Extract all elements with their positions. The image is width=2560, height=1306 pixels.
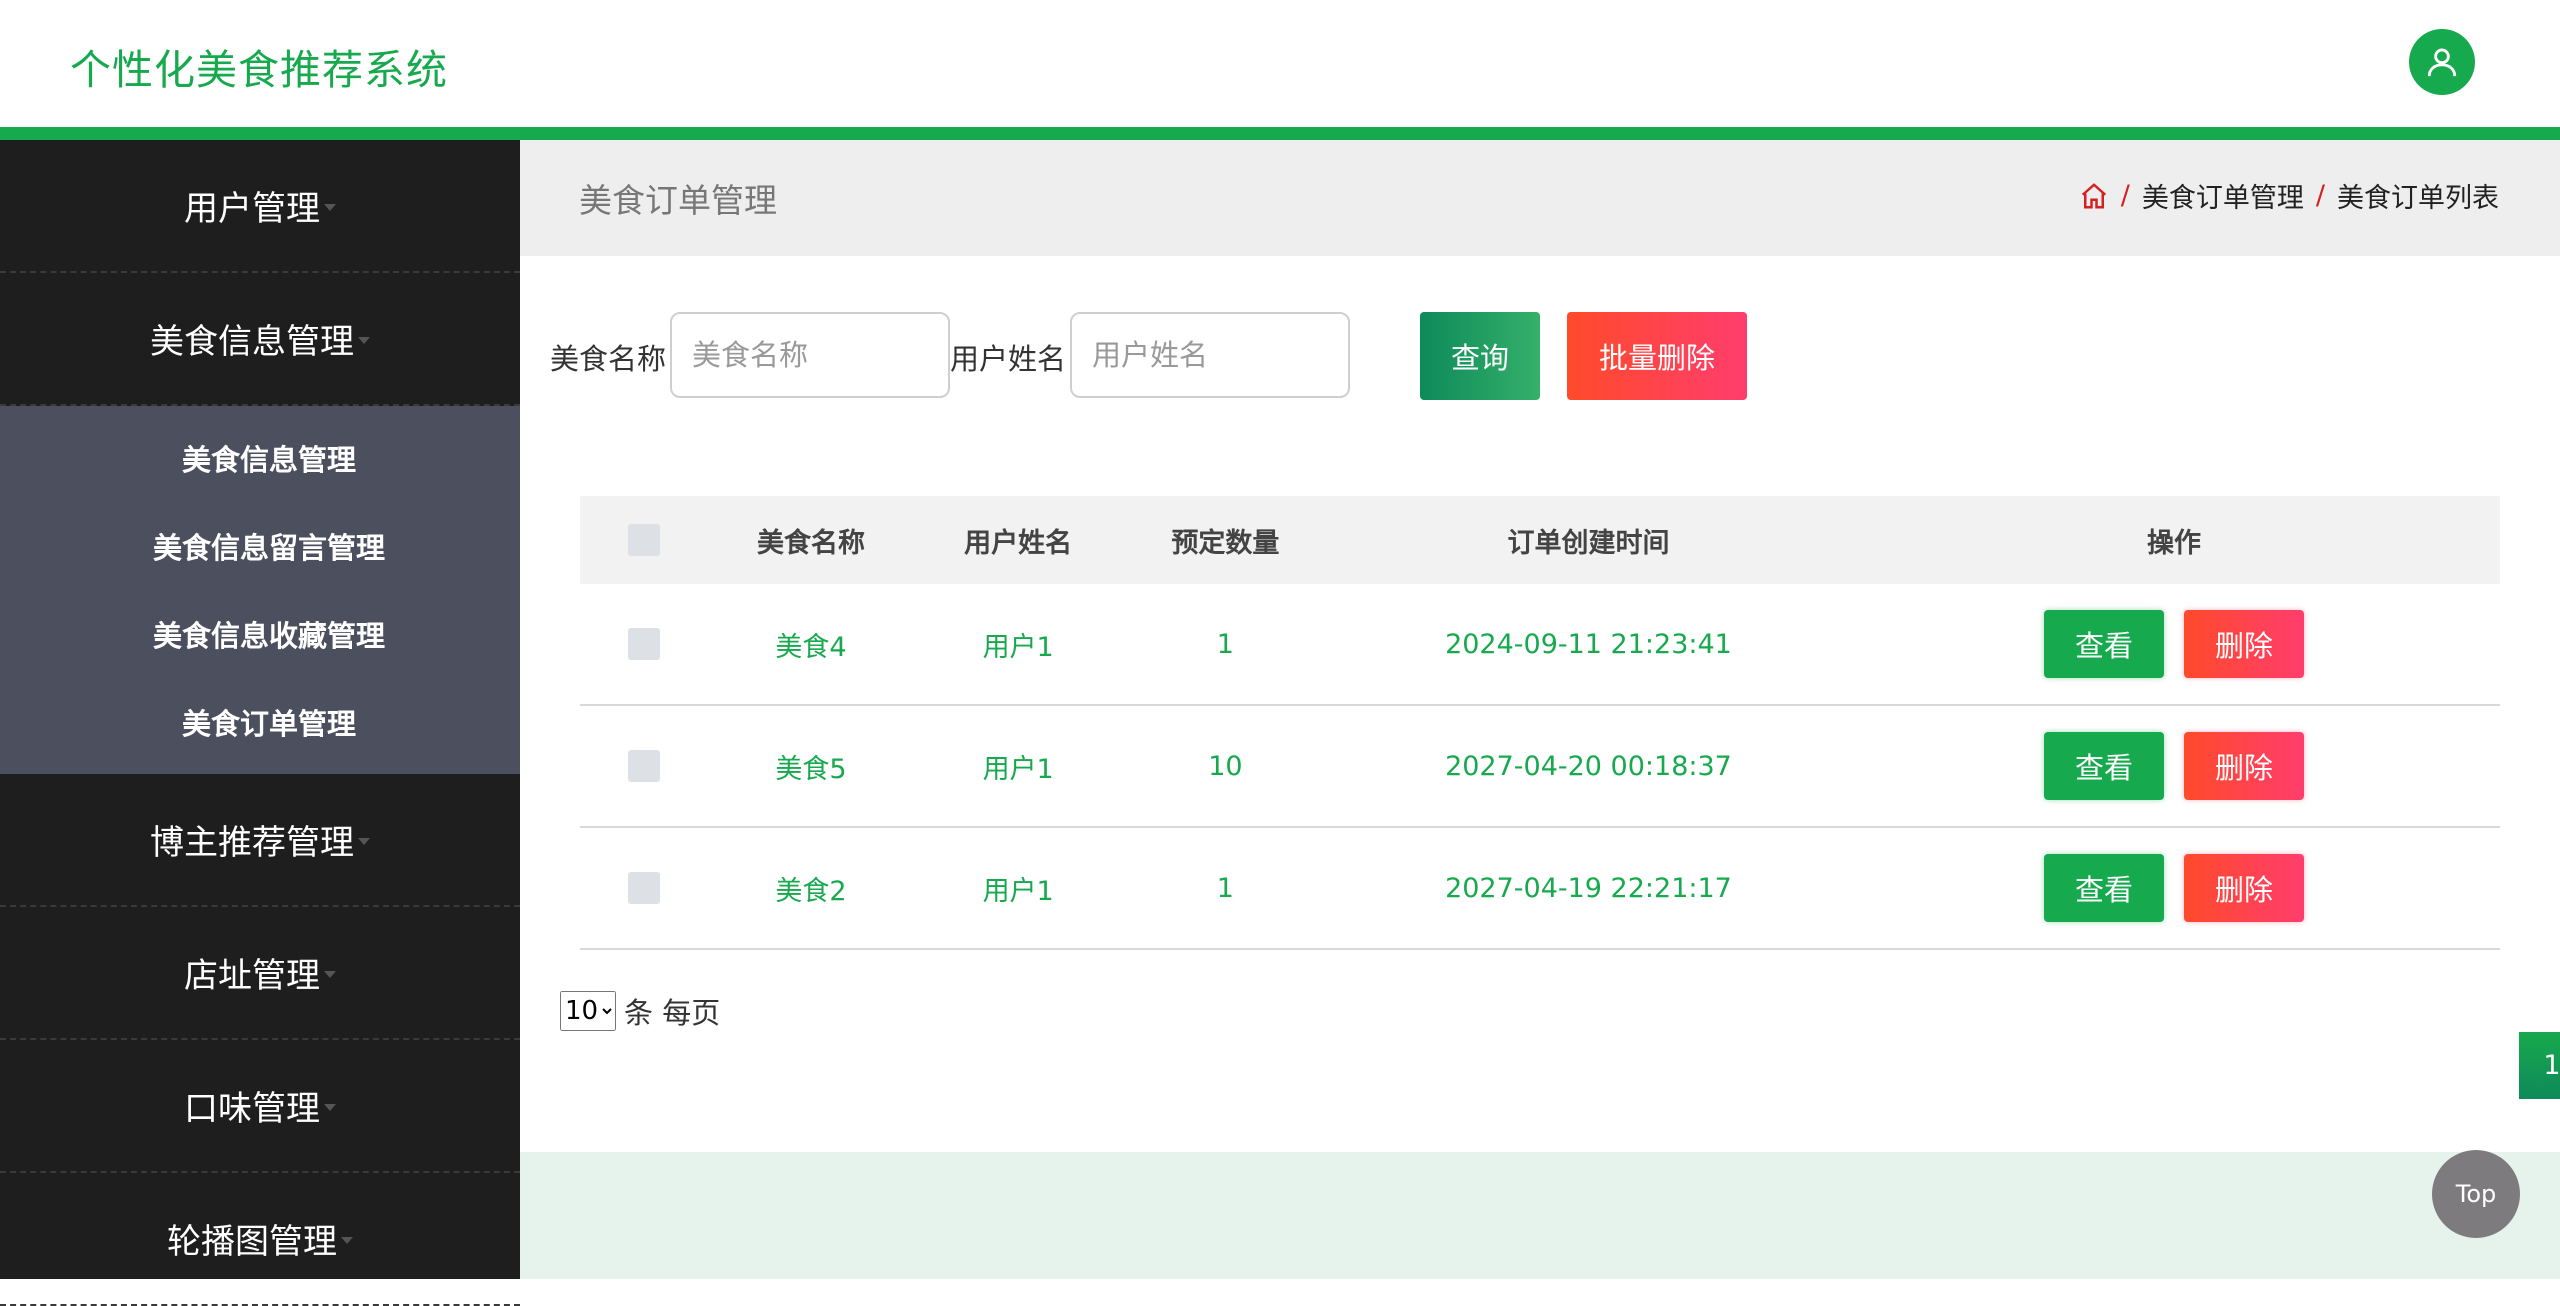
back-to-top-button[interactable]: Top bbox=[2432, 1150, 2520, 1238]
table-row: 美食2 用户1 1 2027-04-19 22:21:17 查看 删除 bbox=[580, 828, 2500, 950]
food-name-label: 美食名称 bbox=[550, 342, 667, 376]
sidebar-submenu: 美食信息管理 美食信息留言管理 美食信息收藏管理 美食订单管理 bbox=[0, 406, 520, 774]
sidebar-item-flavor[interactable]: 口味管理 bbox=[0, 1040, 520, 1173]
table-header: 美食名称 用户姓名 预定数量 订单创建时间 操作 bbox=[580, 496, 2500, 584]
caret-down-icon bbox=[324, 971, 336, 978]
sidebar-item-label: 轮播图管理 bbox=[167, 1222, 337, 1262]
column-header: 操作 bbox=[2146, 527, 2201, 559]
top-header: 个性化美食推荐系统 bbox=[0, 0, 2560, 127]
created-time-cell: 2027-04-20 00:18:37 bbox=[1445, 750, 1732, 782]
breadcrumb-item: 美食订单列表 bbox=[2337, 183, 2499, 214]
header-checkbox-cell bbox=[580, 524, 707, 556]
created-time-cell: 2024-09-11 21:23:41 bbox=[1445, 628, 1732, 660]
row-checkbox-cell bbox=[580, 750, 707, 782]
actions-cell: 查看 删除 bbox=[1848, 854, 2500, 922]
sidebar-item-user-management[interactable]: 用户管理 bbox=[0, 140, 520, 273]
breadcrumb-separator: / bbox=[2315, 180, 2325, 211]
user-name-cell: 用户1 bbox=[982, 753, 1054, 785]
delete-button[interactable]: 删除 bbox=[2183, 610, 2304, 678]
pagination-page-1[interactable]: 1 bbox=[2519, 1032, 2560, 1099]
user-icon bbox=[2427, 48, 2457, 77]
delete-button[interactable]: 删除 bbox=[2183, 732, 2304, 800]
user-avatar-button[interactable] bbox=[2409, 29, 2475, 95]
caret-down-icon bbox=[358, 838, 370, 845]
created-time-cell: 2027-04-19 22:21:17 bbox=[1445, 872, 1732, 904]
caret-down-icon bbox=[324, 1104, 336, 1111]
view-button[interactable]: 查看 bbox=[2043, 854, 2164, 922]
column-header: 订单创建时间 bbox=[1507, 527, 1670, 559]
header-divider bbox=[0, 127, 2560, 140]
quantity-cell: 10 bbox=[1208, 750, 1243, 782]
user-name-label: 用户姓名 bbox=[950, 342, 1067, 376]
sidebar-item-food-info-management[interactable]: 美食信息管理 bbox=[0, 273, 520, 406]
delete-button[interactable]: 删除 bbox=[2183, 854, 2304, 922]
query-button[interactable]: 查询 bbox=[1420, 312, 1540, 400]
page-title: 美食订单管理 bbox=[579, 181, 777, 220]
row-checkbox[interactable] bbox=[627, 628, 660, 660]
quantity-cell: 1 bbox=[1216, 628, 1234, 660]
app-title: 个性化美食推荐系统 bbox=[70, 46, 448, 94]
breadcrumb-separator: / bbox=[2120, 180, 2130, 211]
view-button[interactable]: 查看 bbox=[2043, 732, 2164, 800]
table-row: 美食4 用户1 1 2024-09-11 21:23:41 查看 删除 bbox=[580, 584, 2500, 706]
sidebar-item-label: 博主推荐管理 bbox=[150, 823, 354, 863]
sidebar-item-label: 用户管理 bbox=[184, 189, 320, 229]
submenu-item-food-orders[interactable]: 美食订单管理 bbox=[0, 678, 520, 766]
orders-table: 美食名称 用户姓名 预定数量 订单创建时间 操作 美食4 用户1 1 2024-… bbox=[580, 496, 2500, 950]
batch-delete-button[interactable]: 批量删除 bbox=[1567, 312, 1747, 400]
page-header-bar: 美食订单管理 / 美食订单管理 / 美食订单列表 bbox=[520, 140, 2560, 256]
page-size-select[interactable]: 10 bbox=[560, 991, 616, 1031]
submenu-item-food-info[interactable]: 美食信息管理 bbox=[0, 414, 520, 502]
column-header: 美食名称 bbox=[756, 527, 865, 559]
view-button[interactable]: 查看 bbox=[2043, 610, 2164, 678]
sidebar-item-label: 美食信息管理 bbox=[150, 322, 354, 362]
actions-cell: 查看 删除 bbox=[1848, 610, 2500, 678]
page-size-suffix: 条 每页 bbox=[624, 996, 721, 1030]
actions-cell: 查看 删除 bbox=[1848, 732, 2500, 800]
select-all-checkbox[interactable] bbox=[627, 524, 660, 556]
sidebar: 用户管理 美食信息管理 美食信息管理 美食信息留言管理 美食信息收藏管理 美食订… bbox=[0, 140, 520, 1306]
row-checkbox-cell bbox=[580, 872, 707, 904]
column-header: 用户姓名 bbox=[964, 527, 1073, 559]
caret-down-icon bbox=[341, 1237, 353, 1244]
sidebar-item-store-address[interactable]: 店址管理 bbox=[0, 907, 520, 1040]
row-checkbox-cell bbox=[580, 628, 707, 660]
sidebar-item-carousel[interactable]: 轮播图管理 bbox=[0, 1173, 520, 1306]
submenu-item-food-favorites[interactable]: 美食信息收藏管理 bbox=[0, 590, 520, 678]
home-icon[interactable] bbox=[2079, 181, 2109, 211]
row-checkbox[interactable] bbox=[627, 750, 660, 782]
caret-down-icon bbox=[324, 204, 336, 211]
breadcrumb: / 美食订单管理 / 美食订单列表 bbox=[2079, 176, 2499, 215]
user-name-cell: 用户1 bbox=[982, 875, 1054, 907]
sidebar-item-label: 店址管理 bbox=[184, 956, 320, 996]
food-name-cell: 美食2 bbox=[775, 875, 847, 907]
row-checkbox[interactable] bbox=[627, 872, 660, 904]
submenu-item-food-comments[interactable]: 美食信息留言管理 bbox=[0, 502, 520, 590]
quantity-cell: 1 bbox=[1216, 872, 1234, 904]
caret-down-icon bbox=[358, 337, 370, 344]
main-content: 美食订单管理 / 美食订单管理 / 美食订单列表 美食名称 用户姓名 查询 批量… bbox=[520, 140, 2560, 1279]
food-name-cell: 美食4 bbox=[775, 631, 847, 663]
sidebar-item-blogger-recommend[interactable]: 博主推荐管理 bbox=[0, 774, 520, 907]
breadcrumb-item[interactable]: 美食订单管理 bbox=[2142, 176, 2304, 215]
page-size-control: 10 条 每页 bbox=[560, 990, 720, 1032]
footer-band bbox=[520, 1152, 2560, 1279]
table-row: 美食5 用户1 10 2027-04-20 00:18:37 查看 删除 bbox=[580, 706, 2500, 828]
search-form: 美食名称 用户姓名 查询 批量删除 bbox=[520, 312, 2560, 402]
column-header: 预定数量 bbox=[1171, 527, 1280, 559]
food-name-cell: 美食5 bbox=[775, 753, 847, 785]
food-name-input[interactable] bbox=[670, 312, 950, 398]
user-name-cell: 用户1 bbox=[982, 631, 1054, 663]
user-name-input[interactable] bbox=[1070, 312, 1350, 398]
sidebar-item-label: 口味管理 bbox=[184, 1089, 320, 1129]
